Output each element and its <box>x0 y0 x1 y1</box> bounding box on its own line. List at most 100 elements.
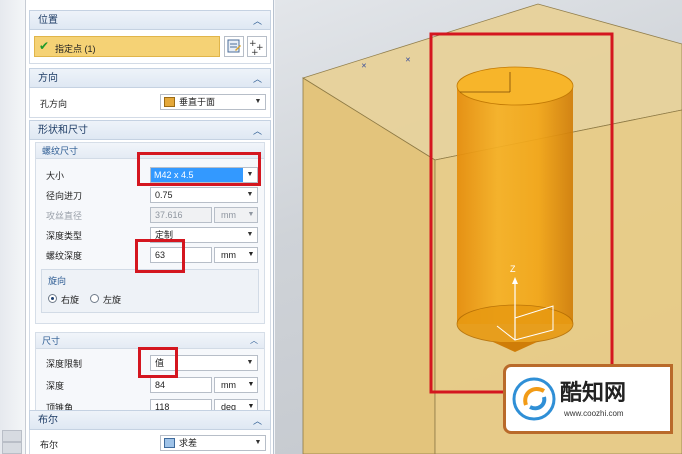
z-axis-label: Z <box>510 264 516 274</box>
scroll-up-button[interactable] <box>2 430 22 442</box>
size-label: 大小 <box>46 171 65 181</box>
chevron-up-icon[interactable]: ︿ <box>253 411 262 431</box>
radio-unselected-icon <box>90 294 99 303</box>
tap-drill-field: 37.616 <box>150 207 212 223</box>
dimensions-title: 尺寸 <box>42 336 61 346</box>
depth-limit-row: 深度限制 值 ▼ <box>36 353 264 373</box>
rotation-title: 旋向 <box>48 276 67 286</box>
thread-depth-input[interactable]: 63 <box>150 247 212 263</box>
watermark-badge: 酷知网 www.coozhi.com <box>503 364 673 434</box>
radial-feed-value: 0.75 <box>155 190 173 200</box>
tap-drill-label: 攻丝直径 <box>46 211 83 221</box>
boolean-section-title: 布尔 <box>38 415 58 426</box>
shape-section: 形状和尺寸 ︿ 螺纹尺寸 大小 M42 x 4.5 ▼ 径向进刀 0.75 ▼ … <box>29 120 271 424</box>
boolean-section: 布尔 ︿ 布尔 求差 ▼ <box>29 410 271 454</box>
specify-point-selector[interactable]: ✔ 指定点 (1) <box>34 36 220 57</box>
depth-row: 深度 84 mm ▼ <box>36 375 264 395</box>
radial-feed-row: 径向进刀 0.75 ▼ <box>36 185 264 205</box>
radial-feed-dropdown[interactable]: 0.75 ▼ <box>150 187 258 203</box>
dropdown-arrow-icon: ▼ <box>247 381 255 388</box>
size-row: 大小 M42 x 4.5 ▼ <box>36 165 264 185</box>
svg-text:+: + <box>251 48 259 56</box>
dropdown-arrow-icon: ▼ <box>246 191 254 198</box>
boolean-value: 求差 <box>179 438 198 448</box>
depth-input[interactable]: 84 <box>150 377 212 393</box>
dropdown-arrow-icon: ▼ <box>247 251 255 258</box>
boolean-label: 布尔 <box>40 440 59 450</box>
direction-section: 方向 ︿ 孔方向 垂直于面 ▼ <box>29 68 271 118</box>
chevron-up-icon[interactable]: ︿ <box>253 121 262 141</box>
left-scroll-strip[interactable] <box>0 0 26 454</box>
shape-section-header[interactable]: 形状和尺寸 ︿ <box>29 120 271 140</box>
point-dialog-button[interactable]: + + + <box>247 36 267 58</box>
checkmark-icon: ✔ <box>39 39 50 53</box>
boolean-section-header[interactable]: 布尔 ︿ <box>29 410 271 430</box>
tap-drill-row: 攻丝直径 37.616 mm ▼ <box>36 205 264 225</box>
depth-limit-label: 深度限制 <box>46 359 83 369</box>
right-hand-label: 右旋 <box>61 295 80 305</box>
datum-marker-icon: ✕ <box>361 62 367 70</box>
tap-drill-unit-value: mm <box>221 210 236 220</box>
dimensions-group: 尺寸 ︿ 深度限制 值 ▼ 深度 84 mm ▼ 顶锥角 118 deg ▼ <box>35 332 265 420</box>
scroll-down-button[interactable] <box>2 442 22 454</box>
left-hand-label: 左旋 <box>103 295 122 305</box>
depth-label: 深度 <box>46 381 65 391</box>
chevron-up-icon[interactable]: ︿ <box>253 11 262 31</box>
direction-section-title: 方向 <box>38 73 58 84</box>
chevron-up-icon[interactable]: ︿ <box>250 333 258 349</box>
thread-depth-row: 螺纹深度 63 mm ▼ <box>36 245 264 265</box>
watermark-logo-text: 酷知网 <box>560 381 627 406</box>
radio-selected-icon <box>48 294 57 303</box>
dropdown-arrow-icon: ▼ <box>254 98 262 105</box>
hole-direction-label: 孔方向 <box>40 99 68 109</box>
thread-size-header[interactable]: 螺纹尺寸 <box>36 143 264 159</box>
thread-size-title: 螺纹尺寸 <box>42 146 79 156</box>
thread-depth-label: 螺纹深度 <box>46 251 83 261</box>
sketch-icon <box>227 39 241 53</box>
size-value: M42 x 4.5 <box>151 168 243 182</box>
dropdown-arrow-icon: ▼ <box>246 231 254 238</box>
shape-section-body: 螺纹尺寸 大小 M42 x 4.5 ▼ 径向进刀 0.75 ▼ 攻丝直径 37.… <box>29 140 271 424</box>
watermark-url: www.coozhi.com <box>564 409 624 418</box>
boolean-section-body: 布尔 求差 ▼ <box>29 430 271 454</box>
position-section-header[interactable]: 位置 ︿ <box>29 10 271 30</box>
depth-type-value: 定制 <box>155 230 174 240</box>
position-section: 位置 ︿ ✔ 指定点 (1) + + + <box>29 10 271 64</box>
dropdown-arrow-icon: ▼ <box>247 211 255 218</box>
boolean-dropdown[interactable]: 求差 ▼ <box>160 435 266 451</box>
position-section-title: 位置 <box>38 15 58 26</box>
hole-dialog-panel: 位置 ︿ ✔ 指定点 (1) + + + 方向 ︿ 孔方向 垂直于面 ▼ 形状和… <box>26 0 274 454</box>
shape-section-title: 形状和尺寸 <box>38 125 88 136</box>
coozhi-logo-icon <box>512 377 556 421</box>
dropdown-arrow-icon: ▼ <box>246 171 254 178</box>
position-section-body: ✔ 指定点 (1) + + + <box>29 30 271 64</box>
dropdown-arrow-icon: ▼ <box>246 359 254 366</box>
point-plus-icon: + + + <box>249 39 264 58</box>
depth-limit-dropdown[interactable]: 值 ▼ <box>150 355 258 371</box>
perpendicular-face-icon <box>164 97 175 107</box>
size-dropdown[interactable]: M42 x 4.5 ▼ <box>150 167 258 183</box>
direction-section-header[interactable]: 方向 ︿ <box>29 68 271 88</box>
radial-feed-label: 径向进刀 <box>46 191 83 201</box>
datum-marker-icon: ✕ <box>405 56 411 64</box>
depth-type-row: 深度类型 定制 ▼ <box>36 225 264 245</box>
hole-direction-value: 垂直于面 <box>179 97 216 107</box>
depth-unit: mm <box>221 380 236 390</box>
thread-depth-unit: mm <box>221 250 236 260</box>
dimensions-header[interactable]: 尺寸 ︿ <box>36 333 264 349</box>
thread-depth-unit-dropdown[interactable]: mm ▼ <box>214 247 258 263</box>
depth-type-label: 深度类型 <box>46 231 83 241</box>
thread-size-group: 螺纹尺寸 大小 M42 x 4.5 ▼ 径向进刀 0.75 ▼ 攻丝直径 37.… <box>35 142 265 324</box>
sketch-section-button[interactable] <box>224 36 244 57</box>
dropdown-arrow-icon: ▼ <box>254 439 262 446</box>
direction-section-body: 孔方向 垂直于面 ▼ <box>29 88 271 118</box>
hole-top-ellipse <box>456 66 574 106</box>
tap-drill-unit: mm ▼ <box>214 207 258 223</box>
depth-limit-value: 值 <box>155 358 165 368</box>
depth-type-dropdown[interactable]: 定制 ▼ <box>150 227 258 243</box>
rotation-group: 旋向 右旋 左旋 <box>41 269 259 313</box>
subtract-icon <box>164 438 175 448</box>
hole-direction-dropdown[interactable]: 垂直于面 ▼ <box>160 94 266 110</box>
chevron-up-icon[interactable]: ︿ <box>253 69 262 89</box>
depth-unit-dropdown[interactable]: mm ▼ <box>214 377 258 393</box>
